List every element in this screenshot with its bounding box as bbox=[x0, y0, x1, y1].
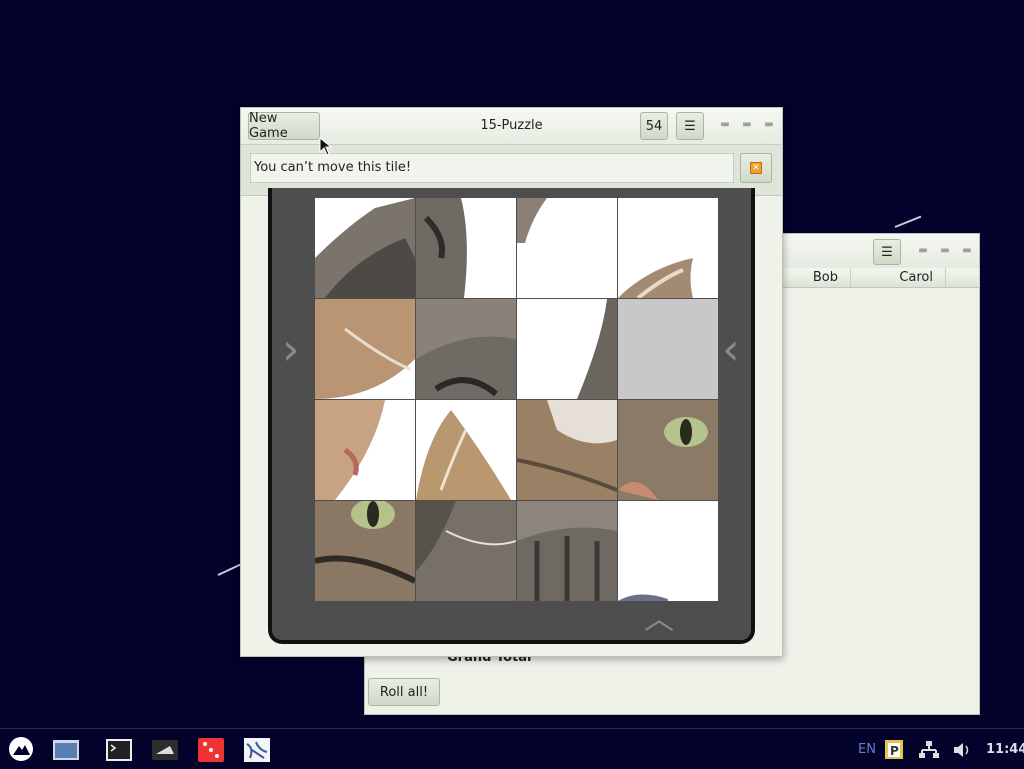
puzzle-tile[interactable] bbox=[416, 400, 516, 500]
tile-image bbox=[315, 400, 415, 500]
puzzle-board: › ‹ ︿ bbox=[268, 188, 755, 644]
puzzle-game-icon[interactable] bbox=[244, 738, 270, 762]
maximize-icon[interactable]: ▬ bbox=[740, 120, 754, 130]
clipboard-icon[interactable]: P bbox=[884, 738, 904, 760]
empty-tile bbox=[618, 299, 718, 399]
puzzle-tile[interactable] bbox=[517, 299, 617, 399]
close-icon: ✕ bbox=[750, 162, 762, 174]
tile-image bbox=[315, 501, 415, 601]
tile-image bbox=[517, 400, 617, 500]
close-info-button[interactable]: ✕ bbox=[740, 153, 772, 183]
desktop-decoration bbox=[894, 215, 922, 228]
tile-image bbox=[618, 400, 718, 500]
puzzle-tile[interactable] bbox=[416, 198, 516, 298]
chevron-right-icon[interactable]: › bbox=[282, 328, 300, 372]
dice-game-icon[interactable] bbox=[198, 738, 224, 762]
roll-all-button[interactable]: Roll all! bbox=[368, 678, 440, 706]
tile-grid bbox=[315, 198, 719, 602]
tile-image bbox=[517, 198, 617, 298]
hamburger-icon: ☰ bbox=[881, 244, 893, 260]
puzzle-tile[interactable] bbox=[618, 501, 718, 601]
tile-image bbox=[416, 299, 516, 399]
moves-counter-button[interactable]: 54 bbox=[640, 112, 668, 140]
file-manager-icon[interactable] bbox=[53, 738, 79, 762]
notes-icon[interactable] bbox=[152, 738, 178, 762]
column-header-carol: Carol bbox=[851, 268, 946, 288]
app-menu-icon[interactable] bbox=[7, 735, 35, 763]
terminal-icon[interactable] bbox=[106, 738, 132, 762]
minimize-icon[interactable]: ▬ bbox=[916, 246, 930, 256]
tile-image bbox=[315, 299, 415, 399]
tile-image bbox=[315, 198, 415, 298]
clock[interactable]: 11:44 bbox=[986, 742, 1024, 757]
puzzle-tile[interactable] bbox=[315, 400, 415, 500]
tile-image bbox=[517, 501, 617, 601]
tile-image bbox=[416, 198, 516, 298]
column-header-extra bbox=[946, 268, 980, 288]
puzzle-tile[interactable] bbox=[517, 198, 617, 298]
close-icon[interactable]: ▬ bbox=[762, 120, 776, 130]
network-icon[interactable] bbox=[919, 740, 939, 760]
puzzle-tile[interactable] bbox=[517, 501, 617, 601]
close-icon[interactable]: ▬ bbox=[960, 246, 974, 256]
maximize-icon[interactable]: ▬ bbox=[938, 246, 952, 256]
puzzle-tile[interactable] bbox=[416, 299, 516, 399]
minimize-icon[interactable]: ▬ bbox=[718, 120, 732, 130]
desktop-decoration bbox=[217, 563, 242, 576]
column-header-bob: Bob bbox=[783, 268, 851, 288]
tile-image bbox=[416, 501, 516, 601]
puzzle-tile[interactable] bbox=[416, 501, 516, 601]
puzzle-tile[interactable] bbox=[315, 501, 415, 601]
chevron-left-icon[interactable]: ‹ bbox=[722, 328, 740, 372]
puzzle-tile[interactable] bbox=[618, 400, 718, 500]
tile-image bbox=[618, 501, 718, 601]
dice-menu-button[interactable]: ☰ bbox=[873, 239, 901, 265]
puzzle-tile[interactable] bbox=[315, 198, 415, 298]
puzzle-tile[interactable] bbox=[315, 299, 415, 399]
tile-image bbox=[618, 198, 718, 298]
info-message: You can’t move this tile! bbox=[250, 153, 734, 183]
tile-image bbox=[416, 400, 516, 500]
chevron-up-icon[interactable]: ︿ bbox=[644, 598, 674, 642]
puzzle-tile[interactable] bbox=[618, 198, 718, 298]
svg-text:P: P bbox=[890, 744, 899, 758]
taskbar: EN P 11:44 bbox=[0, 728, 1024, 769]
keyboard-layout-indicator[interactable]: EN bbox=[858, 742, 876, 757]
menu-button[interactable]: ☰ bbox=[676, 112, 704, 140]
puzzle-window: New Game 15-Puzzle 54 ☰ ▬ ▬ ▬ You can’t … bbox=[240, 107, 783, 657]
tile-image bbox=[517, 299, 617, 399]
puzzle-tile[interactable] bbox=[517, 400, 617, 500]
hamburger-icon: ☰ bbox=[684, 118, 696, 134]
volume-icon[interactable] bbox=[952, 740, 972, 760]
mouse-cursor-icon bbox=[319, 137, 333, 156]
